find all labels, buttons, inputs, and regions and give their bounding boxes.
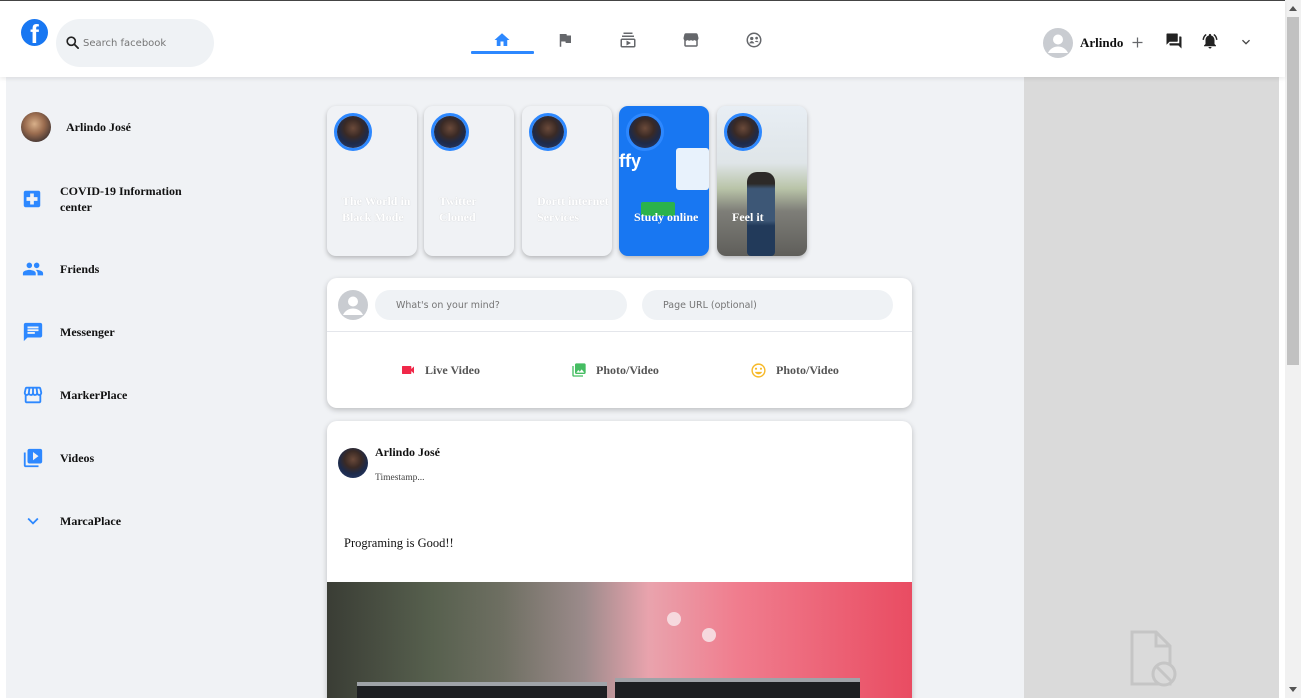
action-label: Live Video <box>425 362 481 377</box>
photo-library-icon <box>572 363 586 377</box>
sidebar-item-covid[interactable]: COVID-19 Information center <box>21 183 190 215</box>
tab-watch[interactable] <box>610 31 646 53</box>
post-author-avatar[interactable] <box>338 448 368 478</box>
post-image-detail <box>702 628 716 642</box>
sidebar-item-profile[interactable]: Arlindo José <box>21 112 131 142</box>
expand-more-icon <box>27 517 39 525</box>
subscriptions-icon <box>620 32 636 48</box>
story-title: Twitter Cloned <box>439 194 477 224</box>
notifications-active-icon[interactable] <box>1201 32 1219 50</box>
story-card[interactable]: Twitter Cloned <box>424 106 514 256</box>
action-label: Photo/Video <box>776 363 839 377</box>
story-image-text: ffy <box>619 151 641 171</box>
sidebar-item-label: Messenger <box>60 324 115 339</box>
storefront-icon <box>23 386 43 404</box>
sidebar-item-friends[interactable]: Friends <box>21 258 99 280</box>
story-title: The World in Black Mode <box>342 194 411 224</box>
search-input[interactable] <box>83 33 203 53</box>
right-column <box>1024 77 1279 698</box>
chat-icon <box>23 322 43 342</box>
storefront-icon <box>683 33 699 47</box>
post-timestamp: Timestamp... <box>375 473 425 483</box>
post-image-detail <box>667 612 681 626</box>
forum-icon[interactable] <box>1165 32 1183 50</box>
sidebar-item-videos[interactable]: Videos <box>21 447 94 469</box>
composer-avatar <box>338 290 368 320</box>
post-image-laptop-right <box>615 678 860 698</box>
scroll-down-arrow[interactable] <box>1289 687 1297 692</box>
post-image[interactable] <box>327 582 912 698</box>
tab-marketplace[interactable] <box>673 31 709 53</box>
story-title: Study online <box>634 210 699 224</box>
story-card[interactable]: Dortt internet Services <box>522 106 612 256</box>
flag-icon <box>559 34 571 47</box>
story-avatar <box>529 113 567 151</box>
sidebar-item-label: Videos <box>60 450 95 465</box>
story-card[interactable]: ffy Study online <box>619 106 709 256</box>
feed-post: Arlindo José Timestamp... Programing is … <box>327 421 912 698</box>
add-icon[interactable] <box>1130 35 1145 50</box>
post-composer: Live Video Photo/Video Photo/Video <box>327 278 912 408</box>
sidebar-item-label: MarkerPlace <box>60 387 128 402</box>
search-bar[interactable] <box>56 19 214 67</box>
sidebar-item-label: MarcaPlace <box>60 513 122 528</box>
avatar <box>21 112 51 142</box>
post-author-name[interactable]: Arlindo José <box>375 445 440 460</box>
supervised-user-circle-icon <box>746 32 762 48</box>
story-card[interactable]: Feel it <box>717 106 807 256</box>
composer-divider <box>327 331 912 332</box>
scrollbar-thumb[interactable] <box>1287 17 1299 365</box>
home-icon <box>494 33 510 46</box>
people-icon <box>22 262 44 276</box>
scroll-up-arrow[interactable] <box>1289 6 1297 11</box>
post-message: Programing is Good!! <box>344 536 454 550</box>
tab-groups[interactable] <box>736 31 772 53</box>
sidebar-item-messenger[interactable]: Messenger <box>21 321 115 343</box>
story-image <box>676 148 709 190</box>
account-circle-icon <box>343 296 363 315</box>
insert-emoticon-icon <box>751 363 766 378</box>
expand-more-icon[interactable] <box>1238 34 1254 50</box>
search-icon <box>66 36 79 49</box>
story-card[interactable]: The World in Black Mode <box>327 106 417 256</box>
videocam-icon <box>402 366 414 374</box>
message-input[interactable] <box>375 290 627 320</box>
story-title: Feel it <box>732 210 764 224</box>
page-url-input[interactable] <box>642 290 893 320</box>
live-video-button[interactable]: Live Video <box>400 362 480 378</box>
sidebar-item-marketplace[interactable]: MarkerPlace <box>21 384 127 406</box>
sidebar-item-label: Arlindo José <box>66 119 132 134</box>
video-library-icon <box>23 448 43 468</box>
account-circle-icon <box>1048 34 1068 53</box>
photo-video-button[interactable]: Photo/Video <box>571 362 659 378</box>
facebook-logo[interactable]: f <box>21 19 48 46</box>
sidebar-item-label: COVID-19 Information center <box>60 184 182 214</box>
post-image-laptop-left <box>357 682 607 698</box>
story-avatar <box>724 113 762 151</box>
story-title: Dortt internet Services <box>537 194 609 224</box>
sidebar-item-label: Friends <box>60 261 100 276</box>
header-user-name[interactable]: Arlindo <box>1080 35 1123 51</box>
story-avatar <box>626 113 664 151</box>
feeling-button[interactable]: Photo/Video <box>750 362 839 379</box>
local-hospital-icon <box>23 190 41 208</box>
blocked-document-icon <box>1130 630 1177 687</box>
story-avatar <box>334 113 372 151</box>
story-avatar <box>431 113 469 151</box>
sidebar-item-more[interactable]: MarcaPlace <box>21 510 121 532</box>
tab-home[interactable] <box>471 31 534 54</box>
action-label: Photo/Video <box>596 362 659 377</box>
header-avatar[interactable] <box>1043 28 1073 58</box>
top-header: f Arlindo <box>0 0 1285 77</box>
tab-pages[interactable] <box>547 31 583 53</box>
page-scrollbar[interactable] <box>1285 0 1301 698</box>
